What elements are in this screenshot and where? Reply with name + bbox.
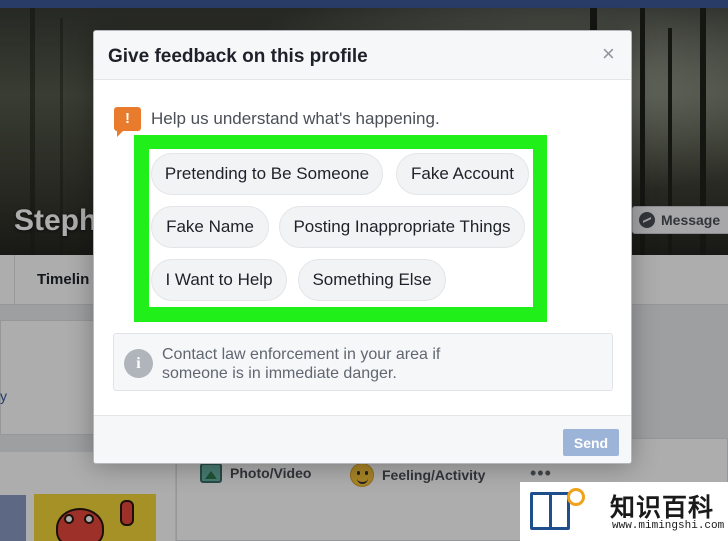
alert-icon: ! — [114, 107, 141, 137]
option-inappropriate[interactable]: Posting Inappropriate Things — [279, 206, 525, 248]
dialog-header: Give feedback on this profile × — [94, 31, 631, 80]
dialog-title: Give feedback on this profile — [108, 46, 368, 67]
info-text: Contact law enforcement in your area if … — [162, 346, 441, 382]
dialog-footer: Send — [94, 415, 631, 463]
prompt-row: ! Help us understand what's happening. — [114, 107, 440, 137]
option-fake-name[interactable]: Fake Name — [151, 206, 269, 248]
info-notice: i Contact law enforcement in your area i… — [113, 333, 613, 391]
close-icon[interactable]: × — [602, 43, 615, 65]
prompt-text: Help us understand what's happening. — [151, 109, 440, 128]
feedback-dialog: Give feedback on this profile × ! Help u… — [93, 30, 632, 464]
watermark-title: 知识百科 — [610, 494, 715, 522]
send-button[interactable]: Send — [563, 429, 619, 456]
option-something-else[interactable]: Something Else — [298, 259, 446, 301]
book-icon — [530, 492, 570, 530]
lightbulb-icon — [567, 488, 585, 506]
options-group: Pretending to Be Someone Fake Account Fa… — [149, 149, 533, 307]
watermark-url: www.mimingshi.com — [612, 520, 725, 532]
info-icon: i — [124, 349, 153, 378]
option-pretending[interactable]: Pretending to Be Someone — [151, 153, 383, 195]
option-want-to-help[interactable]: I Want to Help — [151, 259, 287, 301]
option-fake-account[interactable]: Fake Account — [396, 153, 529, 195]
